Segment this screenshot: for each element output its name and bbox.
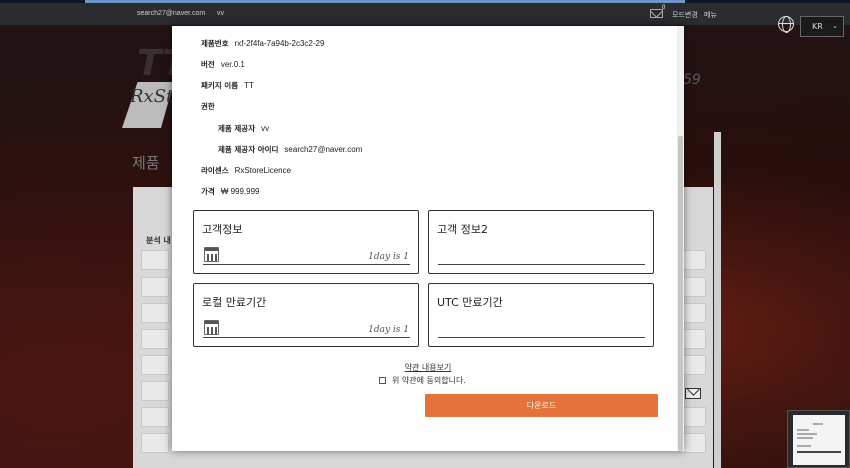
info-key: 가격 (201, 187, 215, 196)
info-product-number: 제품번호 rxf-2f4fa-7a94b-2c3c2-29 (201, 38, 324, 49)
bg-input-row (141, 355, 169, 375)
bg-input-row (141, 303, 169, 323)
mode-change-link[interactable]: 모드변경 (672, 10, 698, 20)
bg-page-heading: 제품 (132, 154, 160, 172)
info-value: ₩ 999,999 (220, 187, 260, 196)
local-expiry-field[interactable]: 로컬 만료기간 1day is 1 (193, 283, 419, 347)
chevron-down-icon: ⌄ (832, 22, 838, 30)
customer-info-field[interactable]: 고객정보 1day is 1 (193, 210, 419, 274)
info-key: 라이센스 (201, 166, 229, 175)
globe-icon (778, 16, 794, 33)
info-value: RxStoreLicence (234, 166, 292, 175)
info-value: rxf-2f4fa-7a94b-2c3c2-29 (234, 39, 325, 48)
thumbnail-line (813, 423, 823, 425)
info-key: 패키지 이름 (201, 81, 239, 90)
bg-scrollbar (714, 132, 721, 468)
thumbnail-page (793, 415, 845, 465)
agree-checkbox[interactable] (379, 377, 386, 384)
view-terms-link[interactable]: 약관 내용보기 (172, 362, 684, 373)
info-key: 제품 제공자 아이디 (218, 145, 279, 154)
top-bar: search27@naver.com vv 0 모드변경 메뉴 (0, 3, 850, 25)
info-provider: 제품 제공자 vv (218, 123, 269, 134)
agree-terms[interactable]: 위 약관에 동의합니다. (379, 375, 466, 386)
preview-thumbnail[interactable] (787, 410, 850, 468)
field-underline (203, 264, 410, 265)
local-expiry-hint: 1day is 1 (368, 325, 409, 335)
language-value: KR (812, 22, 823, 31)
local-expiry-label: 로컬 만료기간 (202, 296, 267, 309)
thumbnail-line (797, 445, 811, 447)
info-value: TT (244, 81, 254, 90)
info-license: 라이센스 RxStoreLicence (201, 165, 291, 176)
info-package-name: 패키지 이름 TT (201, 80, 254, 91)
info-value: vv (261, 124, 270, 133)
bg-input-row (141, 329, 169, 349)
bg-timer-fragment: 59 (683, 72, 701, 88)
product-download-modal: 제품번호 rxf-2f4fa-7a94b-2c3c2-29 버전 ver.0.1 패… (172, 26, 684, 451)
field-underline (438, 264, 645, 265)
info-version: 버전 ver.0.1 (201, 59, 245, 70)
thumbnail-line (797, 433, 817, 435)
info-permission: 권한 (201, 101, 221, 112)
agree-label: 위 약관에 동의합니다. (392, 376, 466, 385)
bg-logo-script: RxSt (130, 86, 174, 107)
bg-input-row (141, 277, 169, 297)
customer-info-label: 고객정보 (202, 223, 243, 236)
info-key: 버전 (201, 60, 215, 69)
info-key: 권한 (201, 102, 215, 111)
user-email: search27@naver.com (137, 10, 206, 17)
envelope-icon (685, 388, 701, 399)
bg-input-row (141, 381, 169, 401)
modal-scrollbar-thumb[interactable] (678, 136, 683, 451)
info-key: 제품 제공자 (218, 124, 256, 133)
utc-expiry-label: UTC 만료기간 (437, 296, 503, 309)
customer-info2-label: 고객 정보2 (437, 223, 488, 236)
info-provider-id: 제품 제공자 아이디 search27@naver.com (218, 144, 362, 155)
field-underline (203, 337, 410, 338)
thumbnail-line (797, 429, 809, 431)
bg-input-row (141, 433, 169, 453)
customer-info-hint: 1day is 1 (368, 252, 409, 262)
calendar-icon[interactable] (204, 247, 219, 262)
mail-count-badge: 0 (662, 5, 666, 11)
info-value: ver.0.1 (220, 60, 245, 69)
field-underline (438, 337, 645, 338)
customer-info2-field[interactable]: 고객 정보2 (428, 210, 654, 274)
download-button[interactable]: 다운로드 (425, 394, 658, 417)
user-name: vv (217, 10, 224, 17)
language-select[interactable]: KR ⌄ (800, 16, 844, 37)
calendar-icon[interactable] (204, 320, 219, 335)
info-key: 제품번호 (201, 39, 229, 48)
info-price: 가격 ₩ 999,999 (201, 186, 260, 197)
bg-input-row (141, 407, 169, 427)
bg-input-row (141, 250, 169, 270)
bg-panel-label: 분석 내 (146, 236, 171, 245)
menu-link[interactable]: 메뉴 (704, 10, 717, 20)
thumbnail-line (797, 437, 813, 439)
utc-expiry-field[interactable]: UTC 만료기간 (428, 283, 654, 347)
info-value: search27@naver.com (284, 145, 363, 154)
thumbnail-line (797, 451, 841, 453)
